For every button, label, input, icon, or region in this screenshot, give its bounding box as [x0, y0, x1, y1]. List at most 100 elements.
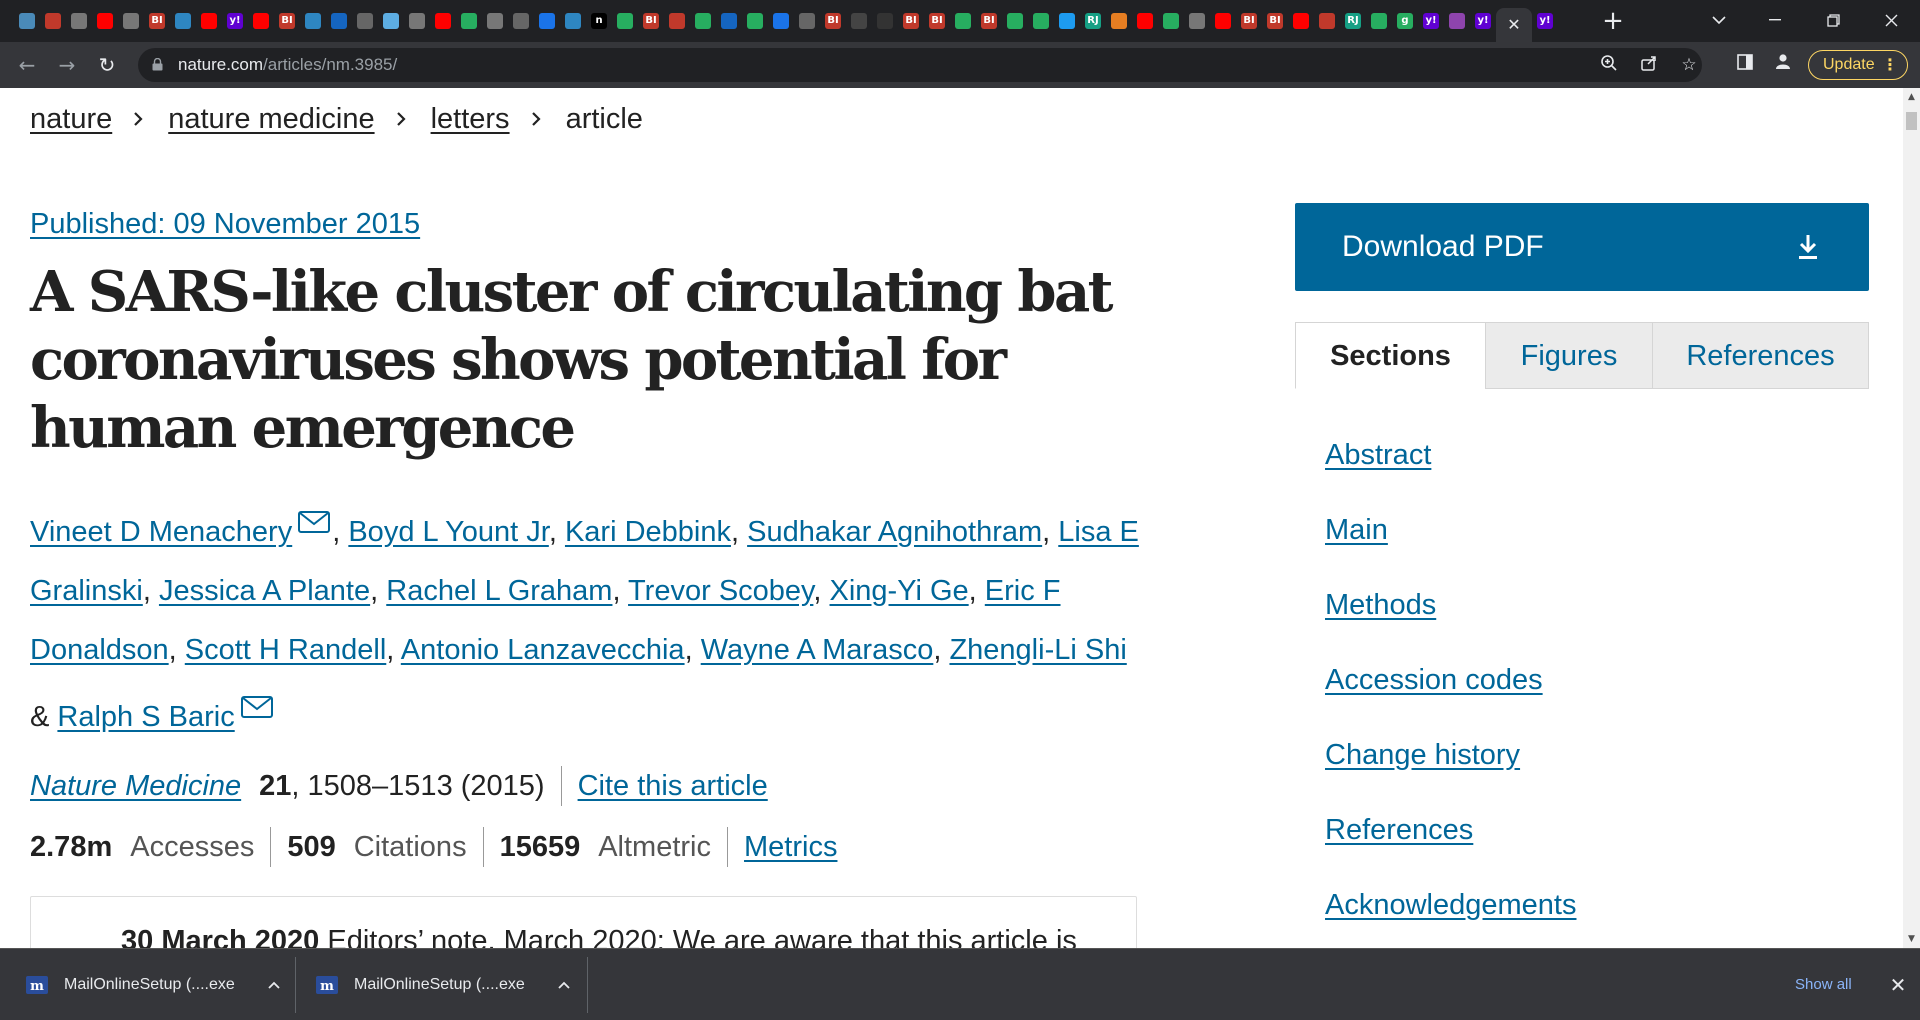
tab[interactable]: [1210, 8, 1236, 34]
tab-sections[interactable]: Sections: [1295, 323, 1485, 389]
tab[interactable]: [170, 8, 196, 34]
tab[interactable]: [534, 8, 560, 34]
author-link[interactable]: Jessica A Plante: [159, 575, 370, 607]
metrics-link[interactable]: Metrics: [744, 826, 837, 868]
tab[interactable]: [768, 8, 794, 34]
author-link[interactable]: Trevor Scobey: [628, 575, 813, 607]
tab[interactable]: [1184, 8, 1210, 34]
tab[interactable]: [664, 8, 690, 34]
tab[interactable]: [352, 8, 378, 34]
email-icon[interactable]: [298, 495, 331, 533]
tab[interactable]: BI: [1262, 8, 1288, 34]
tab[interactable]: [690, 8, 716, 34]
scroll-up-arrow-icon[interactable]: ▲: [1903, 90, 1920, 104]
journal-link[interactable]: Nature Medicine: [30, 766, 241, 806]
tab[interactable]: RJ: [1340, 8, 1366, 34]
tab[interactable]: [508, 8, 534, 34]
tab[interactable]: BI: [976, 8, 1002, 34]
tab[interactable]: [404, 8, 430, 34]
tab[interactable]: [14, 8, 40, 34]
tab[interactable]: [1028, 8, 1054, 34]
tab[interactable]: BI: [820, 8, 846, 34]
tab[interactable]: [716, 8, 742, 34]
tab[interactable]: [430, 8, 456, 34]
download-item[interactable]: m MailOnlineSetup (....exe: [26, 949, 281, 1020]
tab[interactable]: [1002, 8, 1028, 34]
section-link-main[interactable]: Main: [1325, 493, 1576, 568]
author-link[interactable]: Ralph S Baric: [57, 701, 234, 733]
author-link[interactable]: Boyd L Yount Jr: [348, 516, 548, 548]
tab[interactable]: [248, 8, 274, 34]
active-tab[interactable]: ✕: [1496, 8, 1532, 42]
tab[interactable]: y!: [1470, 8, 1496, 34]
section-link-methods[interactable]: Methods: [1325, 568, 1576, 643]
author-link[interactable]: Antonio Lanzavecchia: [401, 634, 685, 666]
section-link-references[interactable]: References: [1325, 793, 1576, 868]
tab[interactable]: [612, 8, 638, 34]
tab[interactable]: BI: [274, 8, 300, 34]
bookmark-star-icon[interactable]: ☆: [1678, 54, 1700, 76]
tab[interactable]: y!: [222, 8, 248, 34]
tab[interactable]: BI: [638, 8, 664, 34]
breadcrumb-nature-medicine[interactable]: nature medicine: [168, 100, 374, 138]
tab[interactable]: [456, 8, 482, 34]
minimize-icon[interactable]: [1746, 0, 1804, 40]
tab[interactable]: [794, 8, 820, 34]
author-link[interactable]: Wayne A Marasco: [701, 634, 934, 666]
author-link[interactable]: Xing-Yi Ge: [830, 575, 969, 607]
new-tab-button[interactable]: +: [1598, 6, 1628, 36]
tab[interactable]: [118, 8, 144, 34]
update-button[interactable]: Update ⋮: [1808, 50, 1908, 80]
tab[interactable]: [846, 8, 872, 34]
section-link-abstract[interactable]: Abstract: [1325, 418, 1576, 493]
tab[interactable]: [92, 8, 118, 34]
tab[interactable]: RJ: [1080, 8, 1106, 34]
tab[interactable]: y!: [1418, 8, 1444, 34]
author-link[interactable]: Scott H Randell: [185, 634, 387, 666]
tab[interactable]: [1314, 8, 1340, 34]
download-pdf-button[interactable]: Download PDF: [1295, 203, 1869, 291]
email-icon[interactable]: [240, 680, 273, 718]
tab[interactable]: [40, 8, 66, 34]
tab[interactable]: [1288, 8, 1314, 34]
author-link[interactable]: Sudhakar Agnihothram: [747, 516, 1042, 548]
tab[interactable]: n: [586, 8, 612, 34]
close-shelf-icon[interactable]: ✕: [1884, 971, 1912, 999]
address-bar[interactable]: nature.com/articles/nm.3985/ ☆: [138, 48, 1702, 82]
tab[interactable]: [1158, 8, 1184, 34]
tab[interactable]: [560, 8, 586, 34]
tab[interactable]: BI: [924, 8, 950, 34]
scroll-down-arrow-icon[interactable]: ▼: [1903, 932, 1920, 946]
tab[interactable]: [1444, 8, 1470, 34]
profile-icon[interactable]: [1770, 52, 1796, 78]
close-tab-icon[interactable]: ✕: [1507, 15, 1520, 35]
reload-icon[interactable]: ↻: [92, 50, 122, 80]
breadcrumb-letters[interactable]: letters: [431, 100, 510, 138]
url-text[interactable]: nature.com/articles/nm.3985/: [178, 56, 397, 74]
tab[interactable]: [1132, 8, 1158, 34]
tab[interactable]: BI: [144, 8, 170, 34]
tab[interactable]: [300, 8, 326, 34]
side-panel-icon[interactable]: [1732, 52, 1758, 78]
tab[interactable]: [378, 8, 404, 34]
tab-references[interactable]: References: [1652, 323, 1868, 389]
breadcrumb-nature[interactable]: nature: [30, 100, 112, 138]
tab[interactable]: [66, 8, 92, 34]
cite-this-article-link[interactable]: Cite this article: [578, 766, 768, 806]
tab[interactable]: [1106, 8, 1132, 34]
author-link[interactable]: Rachel L Graham: [386, 575, 612, 607]
tab[interactable]: y!: [1532, 8, 1558, 34]
show-all-downloads-button[interactable]: Show all: [1781, 971, 1866, 999]
tab[interactable]: g: [1392, 8, 1418, 34]
restore-icon[interactable]: [1804, 0, 1862, 40]
tab-figures[interactable]: Figures: [1485, 323, 1652, 389]
author-link[interactable]: Kari Debbink: [565, 516, 731, 548]
forward-arrow-icon[interactable]: →: [52, 50, 82, 80]
close-window-icon[interactable]: [1862, 0, 1920, 40]
tab[interactable]: [1366, 8, 1392, 34]
section-link-change-history[interactable]: Change history: [1325, 718, 1576, 793]
chevron-up-icon[interactable]: [267, 980, 281, 990]
tab[interactable]: [326, 8, 352, 34]
zoom-icon[interactable]: [1598, 54, 1620, 76]
tab[interactable]: BI: [1236, 8, 1262, 34]
